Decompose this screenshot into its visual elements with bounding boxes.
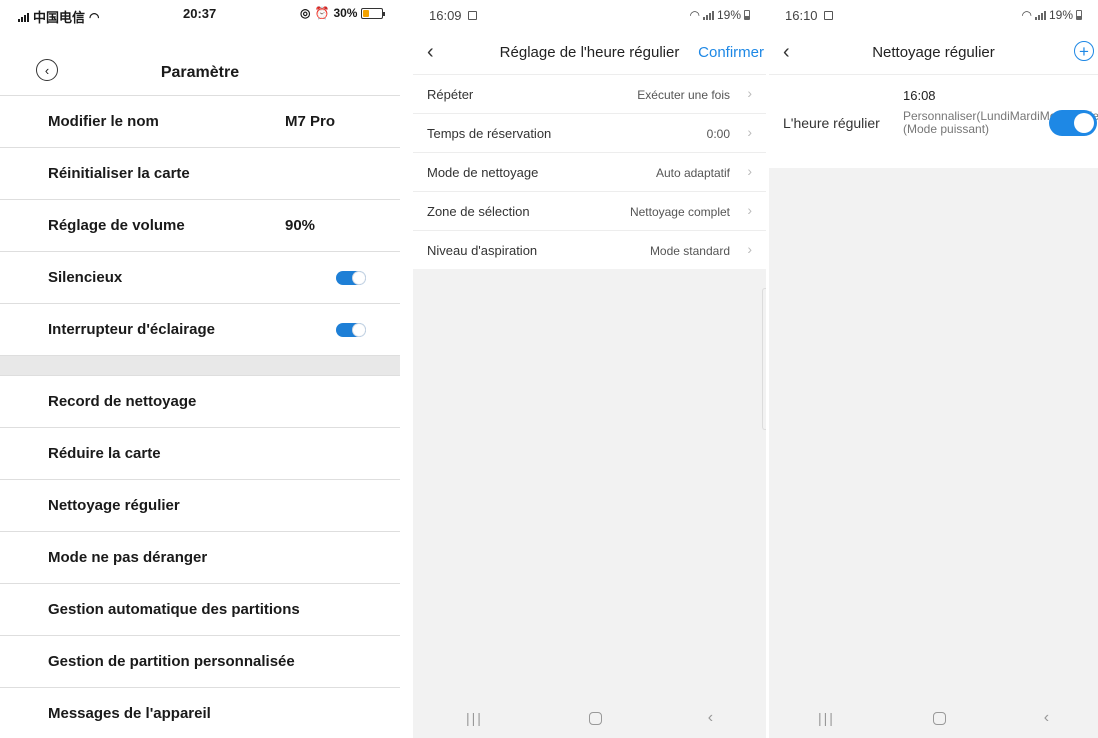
- regular-cleaning-screen: 16:10 ◠ 19% ‹ Nettoyage régulier + 16:08…: [769, 0, 1098, 738]
- schedule-list: ‹ Nettoyage régulier + 16:08 L'heure rég…: [769, 30, 1098, 168]
- row-label: Mode de nettoyage: [427, 165, 539, 180]
- page-title: Paramètre: [160, 64, 240, 81]
- settings-screen: 中国电信 ◠ 20:37 ◎ ⏰ 30% ‹ Paramètre Modifie…: [0, 0, 400, 738]
- form-area: ‹ Réglage de l'heure régulier Confirmer …: [413, 30, 766, 269]
- row-ne-pas-deranger[interactable]: Mode ne pas déranger: [0, 531, 400, 583]
- row-value: 0:00: [706, 127, 730, 141]
- chevron-right-icon: ›: [747, 202, 752, 218]
- row-value: Auto adaptatif: [655, 166, 730, 180]
- header: ‹ Nettoyage régulier +: [769, 30, 1098, 74]
- carrier-name: 中国电信: [33, 10, 86, 25]
- recent-apps-icon[interactable]: |||: [466, 710, 483, 726]
- signal-icon: [18, 12, 29, 22]
- back-nav-icon[interactable]: ‹: [708, 709, 713, 727]
- battery-percent: 19%: [1048, 8, 1073, 22]
- wifi-icon: ◠: [89, 9, 100, 24]
- section-divider: [0, 355, 400, 375]
- schedule-edit-screen: 16:09 ◠ 19% ‹ Réglage de l'heure régulie…: [413, 0, 766, 738]
- header: ‹ Réglage de l'heure régulier Confirmer: [413, 30, 766, 74]
- confirm-button[interactable]: Confirmer: [698, 44, 764, 61]
- row-label: Gestion automatique des partitions: [48, 601, 300, 618]
- row-value: Exécuter une fois: [637, 88, 730, 102]
- schedule-description: Personnaliser(LundiMardiMercrediJeudiVen…: [903, 109, 1098, 136]
- row-silencieux: Silencieux: [0, 251, 400, 303]
- row-label: Réinitialiser la carte: [48, 165, 190, 182]
- row-modifier-nom[interactable]: Modifier le nom M7 Pro: [0, 95, 400, 147]
- row-value: 90%: [285, 217, 316, 234]
- status-bar: 16:10 ◠ 19%: [769, 0, 1098, 30]
- status-time: 20:37: [183, 6, 217, 21]
- schedule-label: L'heure régulier: [783, 115, 880, 131]
- silencieux-toggle[interactable]: [336, 270, 366, 285]
- signal-icon: [702, 10, 714, 20]
- row-label: Nettoyage régulier: [48, 497, 180, 514]
- location-icon: ◎: [300, 6, 311, 20]
- row-label: Gestion de partition personnalisée: [48, 653, 295, 670]
- row-eclairage: Interrupteur d'éclairage: [0, 303, 400, 355]
- row-value: Nettoyage complet: [629, 205, 730, 219]
- battery-icon: [361, 7, 386, 19]
- row-label: Record de nettoyage: [48, 393, 197, 410]
- row-label: Niveau d'aspiration: [427, 243, 538, 258]
- android-nav-bar: ||| ‹: [413, 698, 766, 738]
- signal-icon: [1034, 10, 1046, 20]
- row-gestion-auto-partitions[interactable]: Gestion automatique des partitions: [0, 583, 400, 635]
- row-label: Réduire la carte: [48, 445, 161, 462]
- status-bar: 中国电信 ◠ 20:37 ◎ ⏰ 30%: [0, 0, 400, 26]
- schedule-item[interactable]: 16:08 L'heure régulier Personnaliser(Lun…: [769, 74, 1098, 168]
- row-record-nettoyage[interactable]: Record de nettoyage: [0, 375, 400, 427]
- wifi-icon: ◠: [1021, 8, 1032, 22]
- home-icon[interactable]: [932, 711, 946, 725]
- row-zone-selection[interactable]: Zone de sélection Nettoyage complet ›: [413, 191, 766, 230]
- chevron-right-icon: ›: [747, 85, 752, 101]
- row-reinitialiser-carte[interactable]: Réinitialiser la carte: [0, 147, 400, 199]
- battery-percent: 30%: [333, 6, 358, 20]
- chevron-right-icon: ›: [747, 124, 752, 140]
- page-title: Nettoyage régulier: [872, 44, 995, 61]
- row-label: Interrupteur d'éclairage: [48, 321, 215, 338]
- row-label: Silencieux: [48, 269, 123, 286]
- row-temps-reservation[interactable]: Temps de réservation 0:00 ›: [413, 113, 766, 152]
- row-label: Mode ne pas déranger: [48, 549, 208, 566]
- home-icon[interactable]: [588, 711, 602, 725]
- notification-icon: [823, 11, 833, 20]
- chevron-right-icon: ›: [747, 163, 752, 179]
- header: ‹ Paramètre: [0, 28, 400, 94]
- row-messages-appareil[interactable]: Messages de l'appareil: [0, 687, 400, 738]
- battery-icon: [1076, 10, 1082, 20]
- row-reduire-carte[interactable]: Réduire la carte: [0, 427, 400, 479]
- row-value: M7 Pro: [285, 113, 336, 130]
- scroll-handle[interactable]: [762, 288, 766, 430]
- schedule-toggle[interactable]: [1049, 110, 1097, 136]
- row-gestion-partition-perso[interactable]: Gestion de partition personnalisée: [0, 635, 400, 687]
- row-label: Réglage de volume: [48, 217, 185, 234]
- battery-percent: 19%: [716, 8, 741, 22]
- eclairage-toggle[interactable]: [336, 322, 366, 337]
- row-mode-nettoyage[interactable]: Mode de nettoyage Auto adaptatif ›: [413, 152, 766, 191]
- row-label: Modifier le nom: [48, 113, 159, 130]
- android-nav-bar: ||| ‹: [769, 698, 1098, 738]
- status-time: 16:10: [785, 8, 818, 23]
- recent-apps-icon[interactable]: |||: [818, 710, 835, 726]
- notification-icon: [467, 11, 477, 20]
- row-label: Répéter: [427, 87, 474, 102]
- row-label: Messages de l'appareil: [48, 705, 211, 722]
- schedule-time: 16:08: [903, 88, 936, 103]
- plus-circle-icon[interactable]: +: [1074, 41, 1094, 61]
- row-label: Zone de sélection: [427, 204, 530, 219]
- back-nav-icon[interactable]: ‹: [1044, 709, 1049, 727]
- chevron-right-icon: ›: [747, 241, 752, 257]
- row-reglage-volume[interactable]: Réglage de volume 90%: [0, 199, 400, 251]
- alarm-icon: ⏰: [314, 6, 330, 20]
- row-nettoyage-regulier[interactable]: Nettoyage régulier: [0, 479, 400, 531]
- row-niveau-aspiration[interactable]: Niveau d'aspiration Mode standard ›: [413, 230, 766, 269]
- row-repeter[interactable]: Répéter Exécuter une fois ›: [413, 74, 766, 113]
- settings-list: Modifier le nom M7 Pro Réinitialiser la …: [0, 95, 400, 738]
- status-bar: 16:09 ◠ 19%: [413, 0, 766, 30]
- row-label: Temps de réservation: [427, 126, 552, 141]
- battery-icon: [744, 10, 750, 20]
- status-time: 16:09: [429, 8, 462, 23]
- row-value: Mode standard: [649, 244, 730, 258]
- wifi-icon: ◠: [689, 8, 700, 22]
